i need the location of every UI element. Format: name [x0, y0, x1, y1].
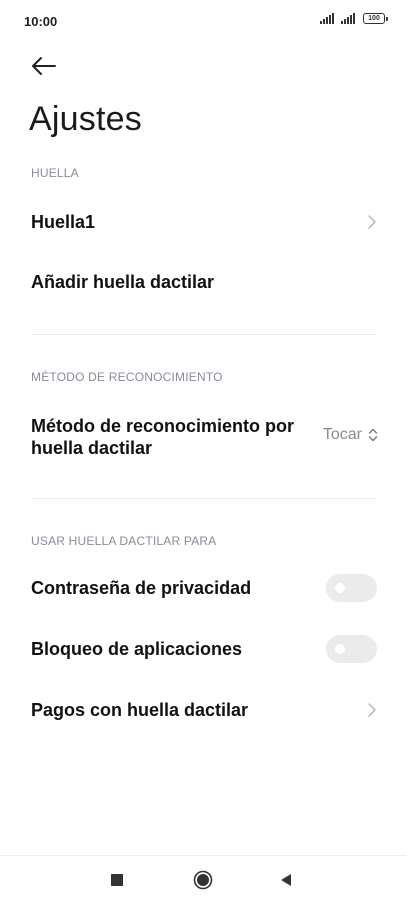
up-down-chevron-icon [368, 428, 378, 442]
add-fingerprint-item[interactable]: Añadir huella dactilar [0, 260, 407, 304]
privacy-password-toggle[interactable] [326, 574, 377, 602]
signal-icon [341, 13, 355, 24]
app-lock-label: Bloqueo de aplicaciones [31, 639, 243, 659]
battery-level: 100 [368, 15, 380, 22]
privacy-password-label: Contraseña de privacidad [31, 578, 252, 598]
recognition-method-value[interactable]: Tocar [323, 426, 378, 444]
fingerprint-payments-item[interactable]: Pagos con huella dactilar [0, 688, 407, 732]
recents-button[interactable] [110, 873, 124, 892]
triangle-back-icon [281, 874, 291, 886]
circle-icon [193, 870, 213, 890]
toggle-knob [335, 644, 345, 654]
privacy-password-item[interactable]: Contraseña de privacidad [0, 566, 407, 610]
recognition-method-label-line2: huella dactilar [31, 438, 153, 458]
page-title: Ajustes [29, 100, 142, 138]
home-button[interactable] [193, 870, 213, 895]
section-header-huella: HUELLA [31, 166, 79, 180]
section-header-usar: USAR HUELLA DACTILAR PARA [31, 534, 217, 548]
signal-icon [320, 13, 334, 24]
chevron-right-icon [368, 703, 376, 717]
navigation-bar [0, 855, 407, 906]
back-button[interactable] [28, 52, 60, 80]
app-lock-item[interactable]: Bloqueo de aplicaciones [0, 627, 407, 671]
fingerprint-item-label: Huella1 [31, 212, 96, 232]
chevron-right-icon [368, 215, 376, 229]
section-header-metodo: MÉTODO DE RECONOCIMIENTO [31, 370, 223, 384]
fingerprint-item-huella1[interactable]: Huella1 [0, 200, 407, 244]
recognition-method-item[interactable]: Método de reconocimiento por huella dact… [0, 408, 407, 464]
add-fingerprint-label: Añadir huella dactilar [31, 272, 215, 292]
divider [31, 334, 376, 335]
divider [31, 498, 376, 499]
status-bar: 10:00 100 [0, 0, 407, 44]
arrow-left-icon [32, 57, 56, 75]
recognition-method-label-line1: Método de reconocimiento por [31, 416, 295, 436]
status-time: 10:00 [24, 14, 58, 29]
recognition-method-value-text: Tocar [322, 426, 362, 443]
status-icons: 100 [320, 13, 388, 24]
square-icon [111, 874, 123, 886]
toggle-knob [335, 583, 345, 593]
recognition-method-label: Método de reconocimiento por huella dact… [31, 415, 294, 459]
back-nav-button[interactable] [279, 873, 293, 892]
fingerprint-payments-label: Pagos con huella dactilar [31, 700, 249, 720]
battery-icon: 100 [363, 13, 388, 24]
app-lock-toggle[interactable] [326, 635, 377, 663]
